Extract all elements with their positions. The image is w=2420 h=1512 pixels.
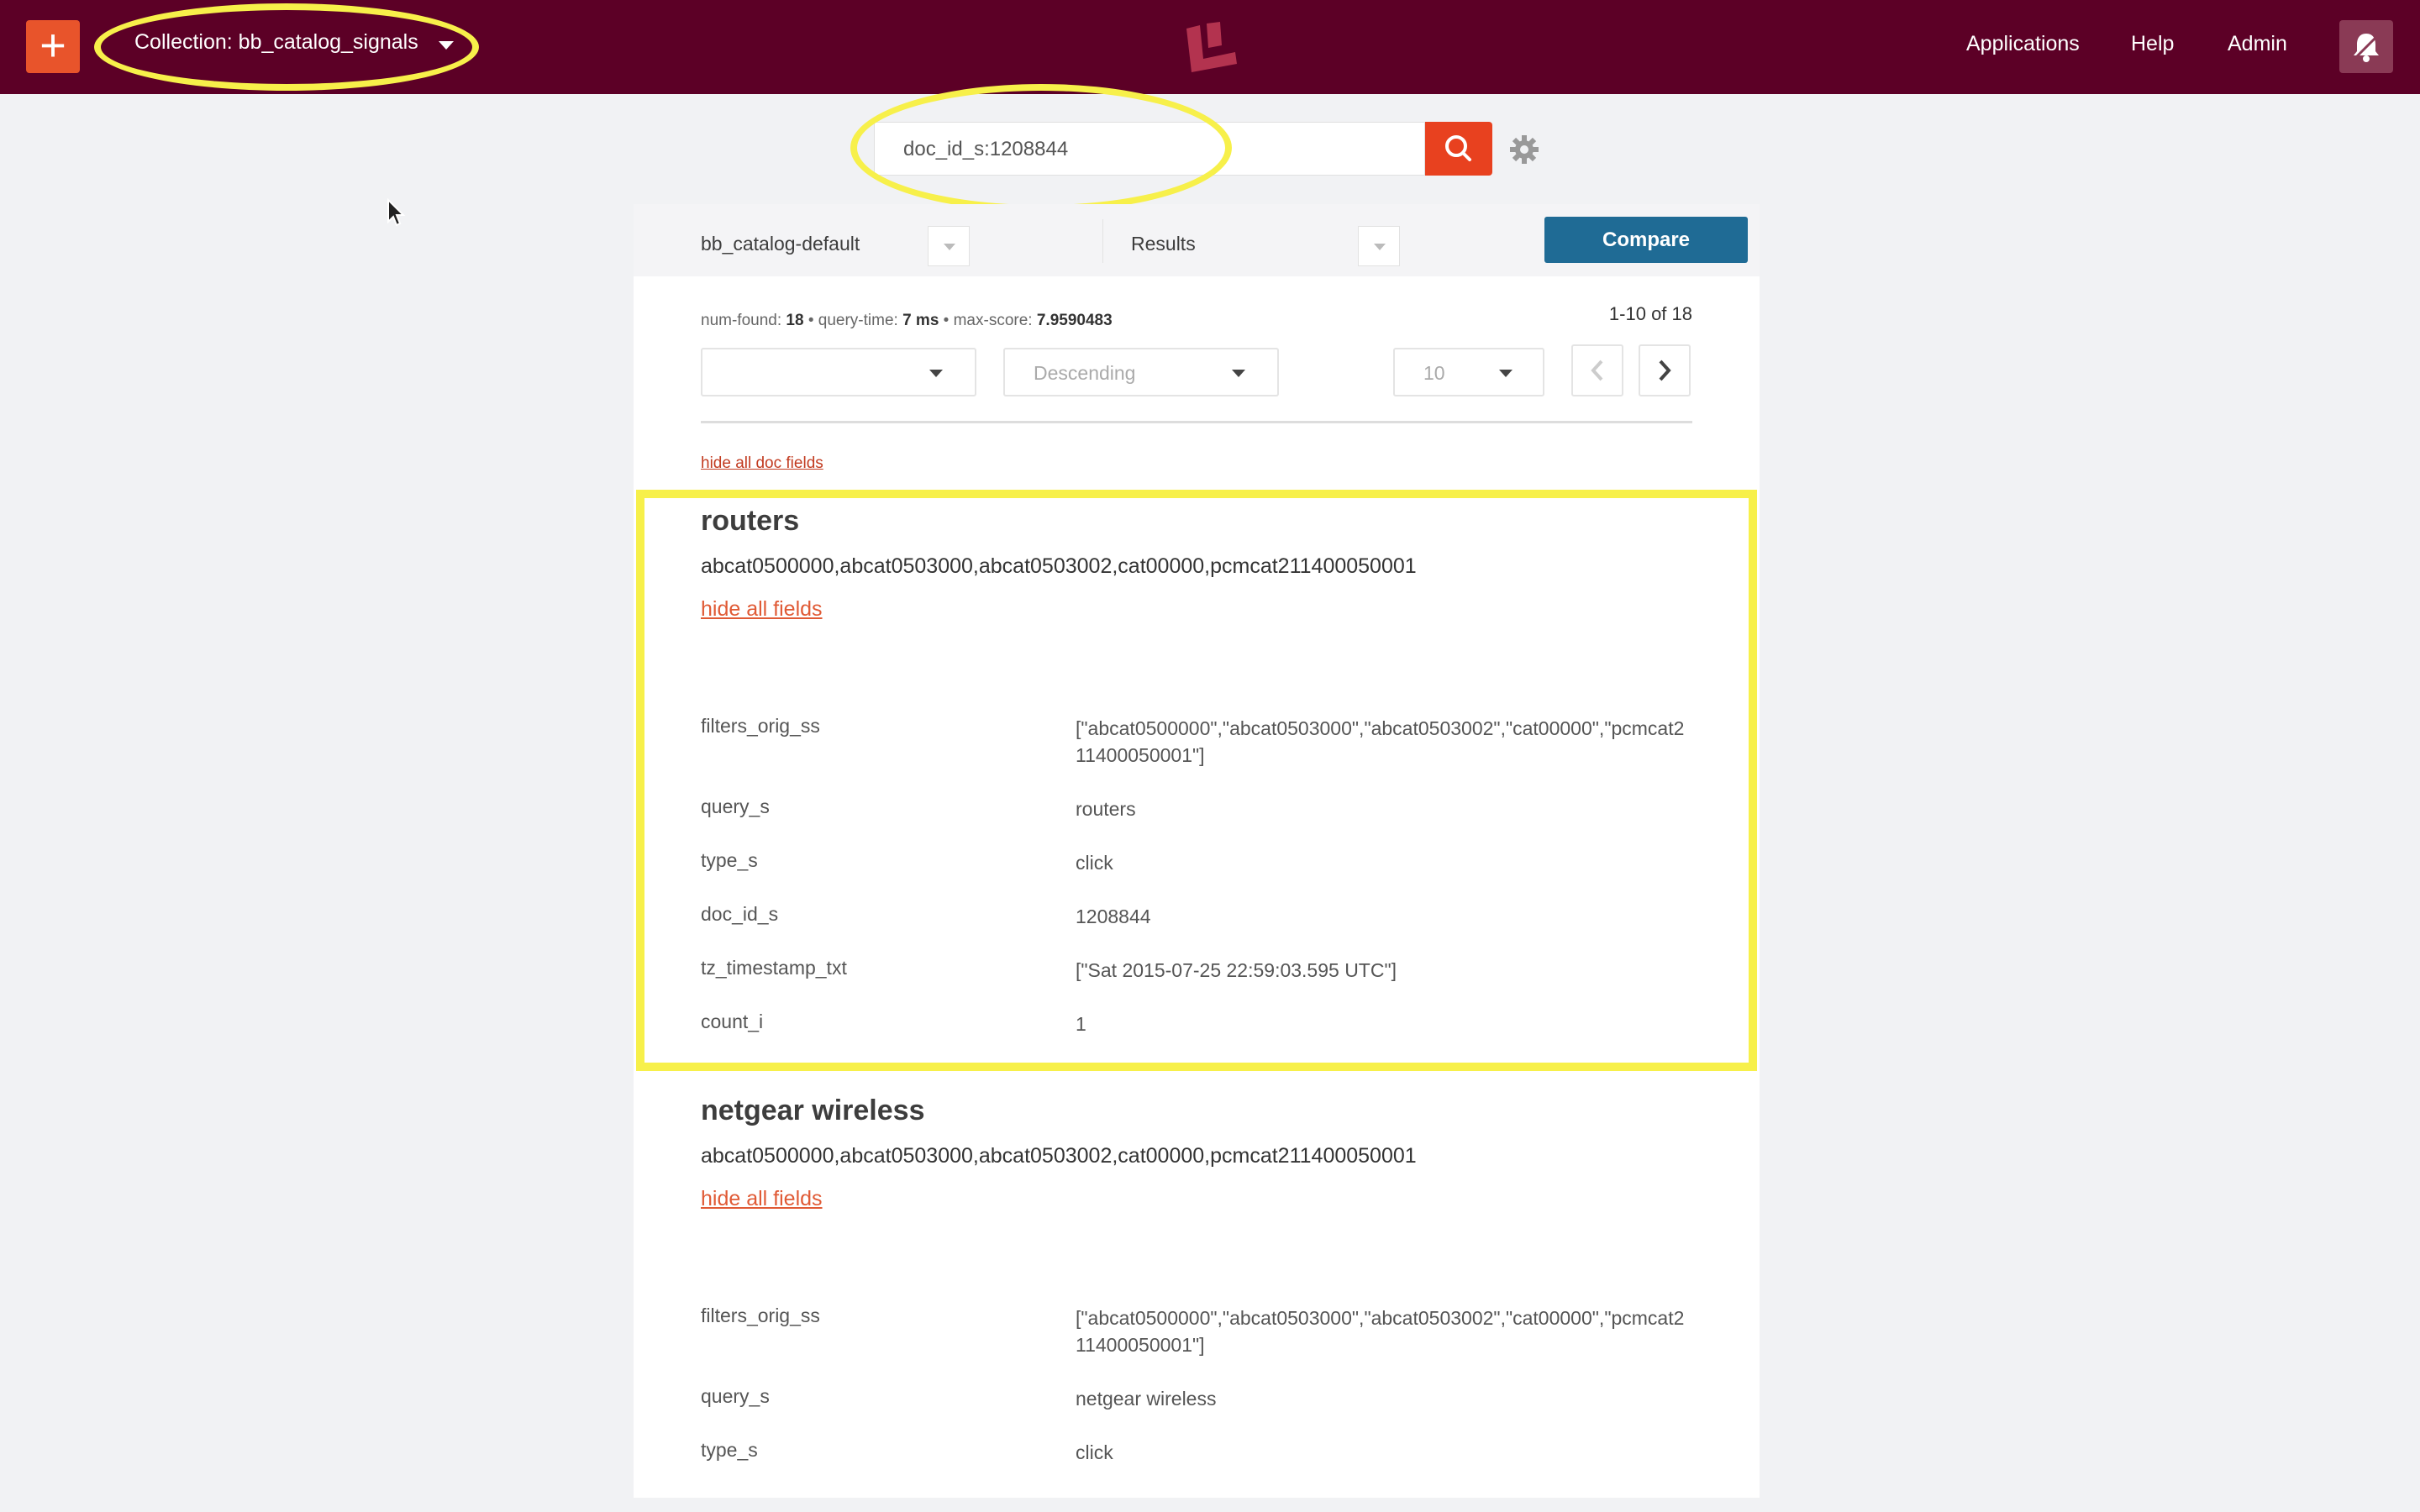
field-value: routers [1076,798,1136,820]
field-value: click [1076,1441,1113,1463]
results-panel: bb_catalog-default Results Compare num-f… [634,204,1760,1498]
panel-header: bb_catalog-default Results Compare [634,204,1760,276]
field-value: 1208844 [1076,906,1151,927]
field-key: query_s [701,1385,770,1407]
num-found-value: 18 [786,312,804,329]
separator: • [808,312,814,329]
query-time-label: query-time: [818,312,898,329]
next-page-button[interactable] [1639,344,1691,396]
result-item: routers abcat0500000,abcat0503000,abcat0… [701,505,1692,1051]
chevron-left-icon [1591,360,1603,381]
field-key: type_s [701,849,758,871]
hide-all-fields-link[interactable]: hide all fields [701,1187,823,1211]
field-key: filters_orig_ss [701,1305,820,1326]
search-button[interactable] [1425,122,1492,176]
results-label: Results [1131,233,1196,255]
field-value: ["Sat 2015-07-25 22:59:03.595 UTC"] [1076,959,1397,981]
nav-help[interactable]: Help [2131,32,2174,56]
pipeline-dropdown[interactable] [928,226,970,266]
result-title[interactable]: routers [701,505,1692,538]
field-value: 1 [1076,1013,1086,1035]
query-time-value: 7 ms [902,312,939,329]
chevron-right-icon [1659,360,1671,381]
field-key: filters_orig_ss [701,715,820,737]
field-value: ["abcat0500000","abcat0503000","abcat050… [1076,1307,1685,1356]
chevron-down-icon [929,370,943,377]
num-found-label: num-found: [701,312,782,329]
separator: • [943,312,950,329]
search-icon [1445,135,1471,161]
chevron-down-icon [1232,370,1245,377]
hide-all-doc-fields-link[interactable]: hide all doc fields [701,454,823,473]
divider [1102,219,1103,263]
bell-icon [2354,34,2380,62]
results-dropdown[interactable] [1358,226,1400,266]
add-button[interactable]: + [26,20,80,73]
max-score-label: max-score: [953,312,1033,329]
result-title[interactable]: netgear wireless [701,1095,1692,1127]
field-key: tz_timestamp_txt [701,957,847,979]
field-key: count_i [701,1011,764,1032]
sort-order-dropdown[interactable]: Descending [1003,348,1279,396]
compare-button[interactable]: Compare [1544,217,1748,263]
gear-icon[interactable] [1509,134,1539,165]
hide-all-fields-link[interactable]: hide all fields [701,597,823,622]
page-size-value: 10 [1423,362,1445,384]
pipeline-label: bb_catalog-default [701,233,860,255]
nav-admin[interactable]: Admin [2228,32,2287,56]
field-key: query_s [701,795,770,817]
max-score-value: 7.9590483 [1036,312,1113,329]
field-key: doc_id_s [701,903,779,925]
field-value: click [1076,852,1113,874]
page-size-dropdown[interactable]: 10 [1393,348,1544,396]
chevron-down-icon [1499,370,1512,377]
query-stats: num-found: 18 • query-time: 7 ms • max-s… [701,312,1113,330]
annotation-ellipse-collection [94,3,479,91]
sort-order-value: Descending [1034,362,1136,384]
field-key: type_s [701,1439,758,1461]
field-value: ["abcat0500000","abcat0503000","abcat050… [1076,717,1685,766]
divider [701,421,1692,423]
mouse-cursor-icon [387,198,406,227]
prev-page-button[interactable] [1571,344,1623,396]
notifications-button[interactable] [2339,20,2393,73]
field-value: netgear wireless [1076,1388,1217,1410]
result-categories: abcat0500000,abcat0503000,abcat0503002,c… [701,1144,1417,1168]
result-item: netgear wireless abcat0500000,abcat05030… [701,1095,1692,1498]
nav-applications[interactable]: Applications [1966,32,2080,56]
result-categories: abcat0500000,abcat0503000,abcat0503002,c… [701,554,1417,578]
annotation-ellipse-search [850,84,1232,212]
sort-field-dropdown[interactable] [701,348,976,396]
result-range: 1-10 of 18 [1608,303,1692,324]
logo-icon [1186,22,1237,72]
